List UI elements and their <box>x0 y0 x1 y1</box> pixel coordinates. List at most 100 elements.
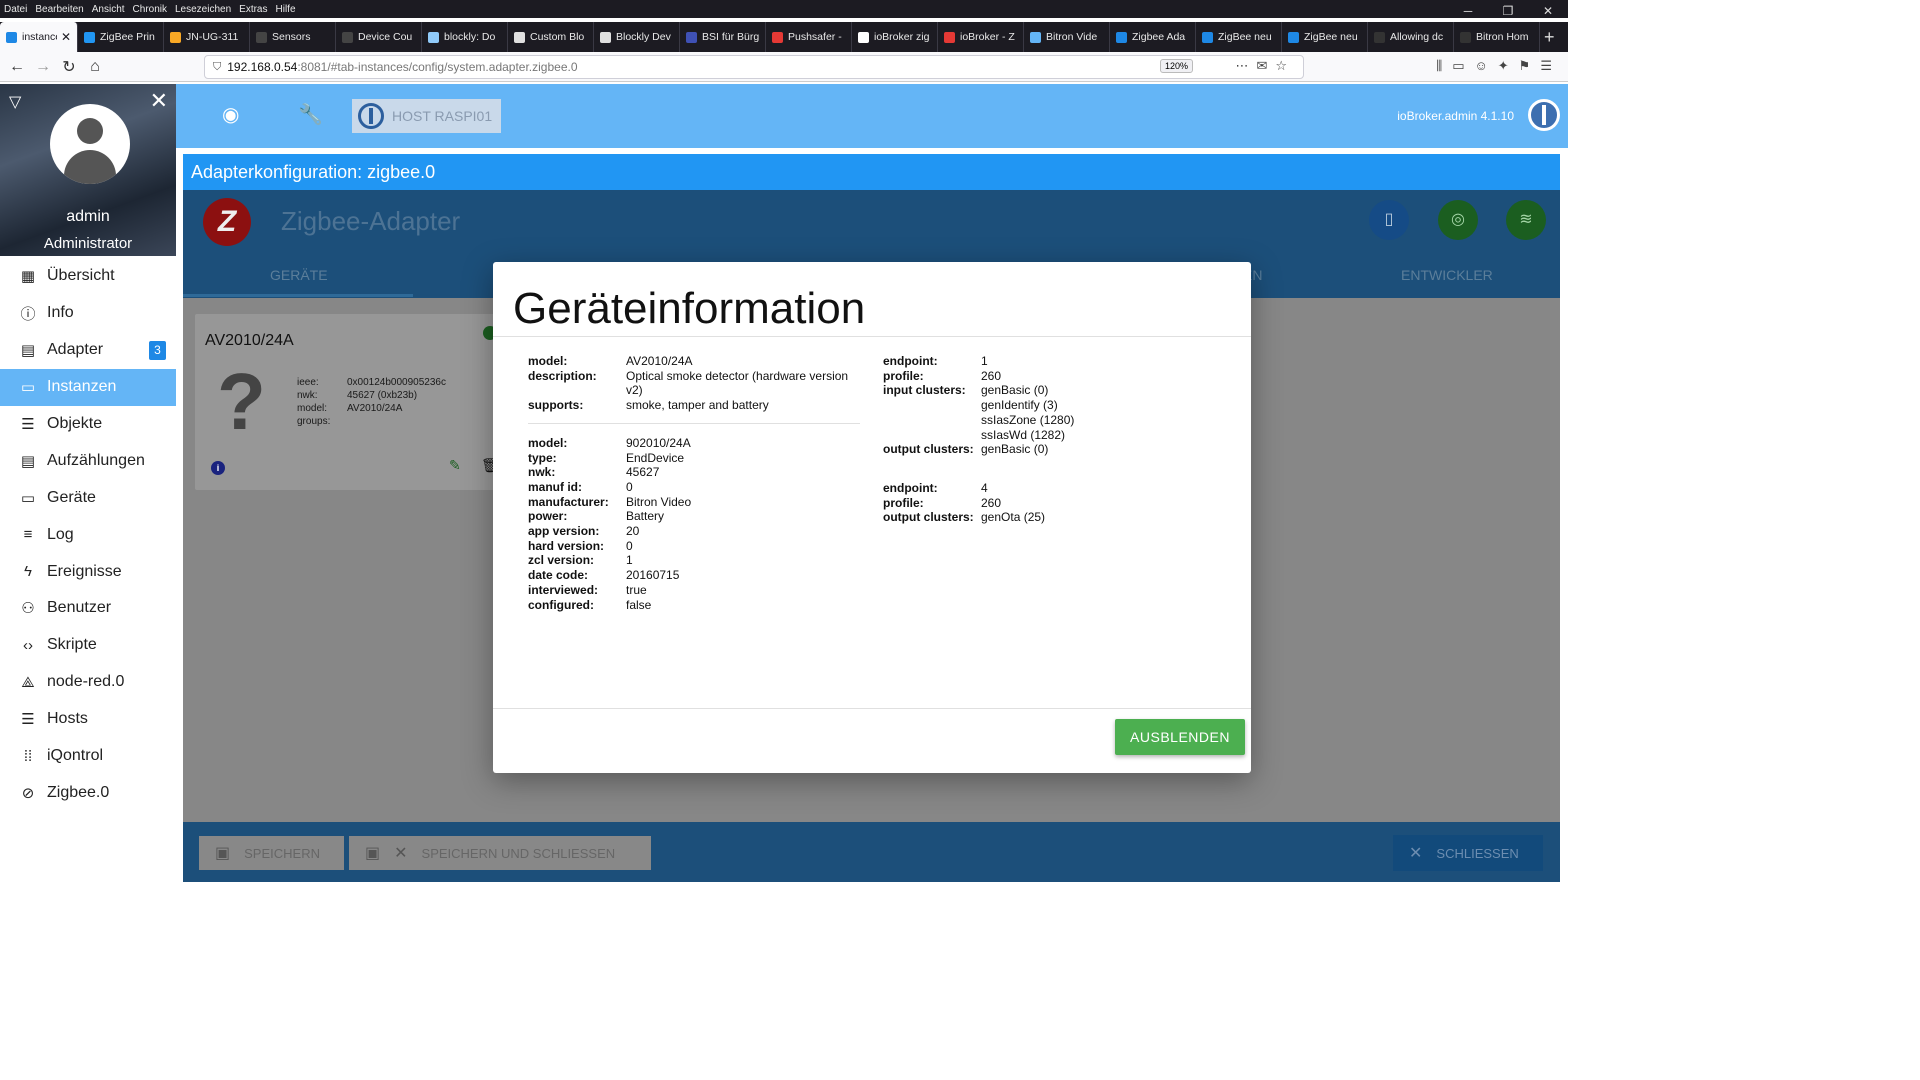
sidebar-item-benutzer[interactable]: ⚇ Benutzer <box>0 590 176 627</box>
info-value: EndDevice <box>626 450 685 465</box>
browser-tab[interactable]: instance ✕ <box>0 22 78 52</box>
menu-item[interactable]: Lesezeichen <box>175 4 231 15</box>
browser-tab[interactable]: Device Cou <box>336 22 422 52</box>
info-row: endpoint: 4 <box>883 481 1223 496</box>
menu-item[interactable]: Chronik <box>133 4 167 15</box>
page-actions-icon[interactable]: ⋯✉☆ <box>1235 58 1295 74</box>
device-card: AV2010/24A ? ieee: 0x00124b000905236c nwk:… <box>195 314 499 490</box>
sidebar-item-ereignisse[interactable]: ϟ Ereignisse <box>0 553 176 590</box>
zoom-level[interactable]: 120% <box>1159 59 1193 73</box>
sidebar-item-label: Info <box>47 304 74 322</box>
browser-tab[interactable]: ioBroker - Z <box>938 22 1024 52</box>
sidebar-item-übersicht[interactable]: ▦ Übersicht <box>0 258 176 295</box>
cluster-value: genBasic (0) <box>981 383 1049 398</box>
browser-tab[interactable]: Bitron Hom <box>1454 22 1540 52</box>
info-row: power: Battery <box>528 509 853 524</box>
tab-label: Custom Blo <box>530 31 585 43</box>
tab-developer[interactable]: ENTWICKLER <box>1401 267 1493 283</box>
add-device-icon[interactable]: ▯ <box>1369 200 1409 240</box>
tab-label: ioBroker - Z <box>960 31 1015 43</box>
browser-tab[interactable]: blockly: Do <box>422 22 508 52</box>
info-value: 20160715 <box>626 568 680 583</box>
signal-icon[interactable]: ≋ <box>1506 200 1546 240</box>
browser-tab[interactable]: JN-UG-311 <box>164 22 250 52</box>
cluster-value: genOta (25) <box>981 510 1046 525</box>
sidebar-item-adapter[interactable]: ▤ Adapter 3 <box>0 332 176 369</box>
device-info-left: model: AV2010/24A description: Optical smok… <box>528 354 860 612</box>
insecure-lock-icon[interactable]: ⛉ <box>213 61 221 74</box>
pairing-icon[interactable]: ◎ <box>1438 200 1478 240</box>
device-field: nwk: 45627 (0xb23b) <box>297 389 446 402</box>
sidebar-item-zigbee-0[interactable]: ⊘ Zigbee.0 <box>0 774 176 811</box>
home-icon[interactable]: ⌂ <box>82 58 108 76</box>
info-row: endpoint: 1 <box>883 354 1223 369</box>
sidebar-item-geräte[interactable]: ▭ Geräte <box>0 479 176 516</box>
sidebar-item-iqontrol[interactable]: ⁞⁞ iQontrol <box>0 738 176 775</box>
tab-favicon-icon <box>342 31 353 43</box>
save-close-button[interactable]: ▣ ✕ SPEICHERN UND SCHLIESSEN <box>349 836 651 870</box>
browser-tab[interactable]: Bitron Vide <box>1024 22 1110 52</box>
sidebar-item-label: Log <box>47 525 74 543</box>
sidebar-item-label: Übersicht <box>47 267 115 285</box>
browser-tab[interactable]: ioBroker zig <box>852 22 938 52</box>
sidebar-item-instanzen[interactable]: ▭ Instanzen <box>0 368 176 406</box>
close-tab-icon[interactable]: ✕ <box>61 30 71 44</box>
sidebar-item-log[interactable]: ≡ Log <box>0 516 176 553</box>
toolbar-icons[interactable]: ⫼▭☺✦⚑☰ <box>1436 58 1562 74</box>
info-row: hard version: 0 <box>528 539 853 554</box>
iobroker-logo-icon[interactable] <box>1528 99 1560 131</box>
browser-tab[interactable]: Pushsafer - <box>766 22 852 52</box>
sidebar-item-node-red-0[interactable]: ⟁ node-red.0 <box>0 664 176 701</box>
sidebar-item-skripte[interactable]: ‹› Skripte <box>0 627 176 664</box>
minimize-icon[interactable]: ─ <box>1448 0 1488 22</box>
wrench-icon[interactable]: 🔧 <box>298 102 323 127</box>
sidebar-item-info[interactable]: ⓘ Info <box>0 295 176 332</box>
edit-icon[interactable]: ✎ <box>449 457 461 474</box>
sidebar-item-objekte[interactable]: ☰ Objekte <box>0 406 176 443</box>
forward-icon[interactable]: → <box>30 58 56 76</box>
browser-tab[interactable]: Zigbee Ada <box>1110 22 1196 52</box>
menu-item[interactable]: Hilfe <box>276 4 296 15</box>
browser-tab[interactable]: Allowing dc <box>1368 22 1454 52</box>
save-button[interactable]: ▣ SPEICHERN <box>199 836 344 870</box>
menu-item[interactable]: Datei <box>4 4 27 15</box>
field-value: 45627 (0xb23b) <box>347 390 418 401</box>
url-bar[interactable]: ⛉ 192.168.0.54:8081/#tab-instances/confi… <box>204 55 1304 79</box>
browser-tab[interactable]: BSI für Bürg <box>680 22 766 52</box>
info-row: manufacturer: Bitron Video <box>528 495 853 510</box>
browser-tab[interactable]: ZigBee neu <box>1196 22 1282 52</box>
browser-tab[interactable]: Sensors <box>250 22 336 52</box>
tab-devices[interactable]: GERÄTE <box>270 267 328 283</box>
menu-item[interactable]: Bearbeiten <box>35 4 83 15</box>
new-tab-icon[interactable]: + <box>1544 27 1555 48</box>
sidebar-item-hosts[interactable]: ☰ Hosts <box>0 701 176 738</box>
info-value: Bitron Video <box>626 494 692 509</box>
close-sidebar-icon[interactable]: ✕ <box>150 88 168 114</box>
info-row: interviewed: true <box>528 583 853 598</box>
info-value: 902010/24A <box>626 435 691 450</box>
tab-favicon-icon <box>1374 31 1385 43</box>
close-label: SCHLIESSEN <box>1436 845 1519 861</box>
menu-item[interactable]: Ansicht <box>92 4 125 15</box>
browser-tab[interactable]: Blockly Dev <box>594 22 680 52</box>
browser-tab[interactable]: ZigBee neu <box>1282 22 1368 52</box>
eye-icon[interactable]: ◉ <box>222 102 239 127</box>
info-key <box>883 428 981 443</box>
info-icon[interactable]: i <box>211 461 225 475</box>
info-row: genIdentify (3) <box>883 398 1223 413</box>
close-window-icon[interactable]: ✕ <box>1528 0 1568 22</box>
host-selector-button[interactable]: HOST RASPI01 <box>352 99 501 133</box>
restore-icon[interactable]: ❐ <box>1488 0 1528 22</box>
back-icon[interactable]: ← <box>4 58 30 76</box>
browser-tab[interactable]: ZigBee Prin <box>78 22 164 52</box>
info-key <box>883 413 981 428</box>
device-info-dialog: Geräteinformation model: AV2010/24A descri… <box>493 262 1251 773</box>
close-button[interactable]: ✕ SCHLIESSEN <box>1393 835 1543 871</box>
browser-tab[interactable]: Custom Blo <box>508 22 594 52</box>
tab-label: Allowing dc <box>1390 31 1444 43</box>
reload-icon[interactable]: ↻ <box>56 57 82 77</box>
hide-button[interactable]: AUSBLENDEN <box>1115 719 1245 755</box>
sidebar-item-aufzählungen[interactable]: ▤ Aufzählungen <box>0 442 176 479</box>
menu-item[interactable]: Extras <box>239 4 267 15</box>
info-key: manufacturer: <box>528 494 609 509</box>
